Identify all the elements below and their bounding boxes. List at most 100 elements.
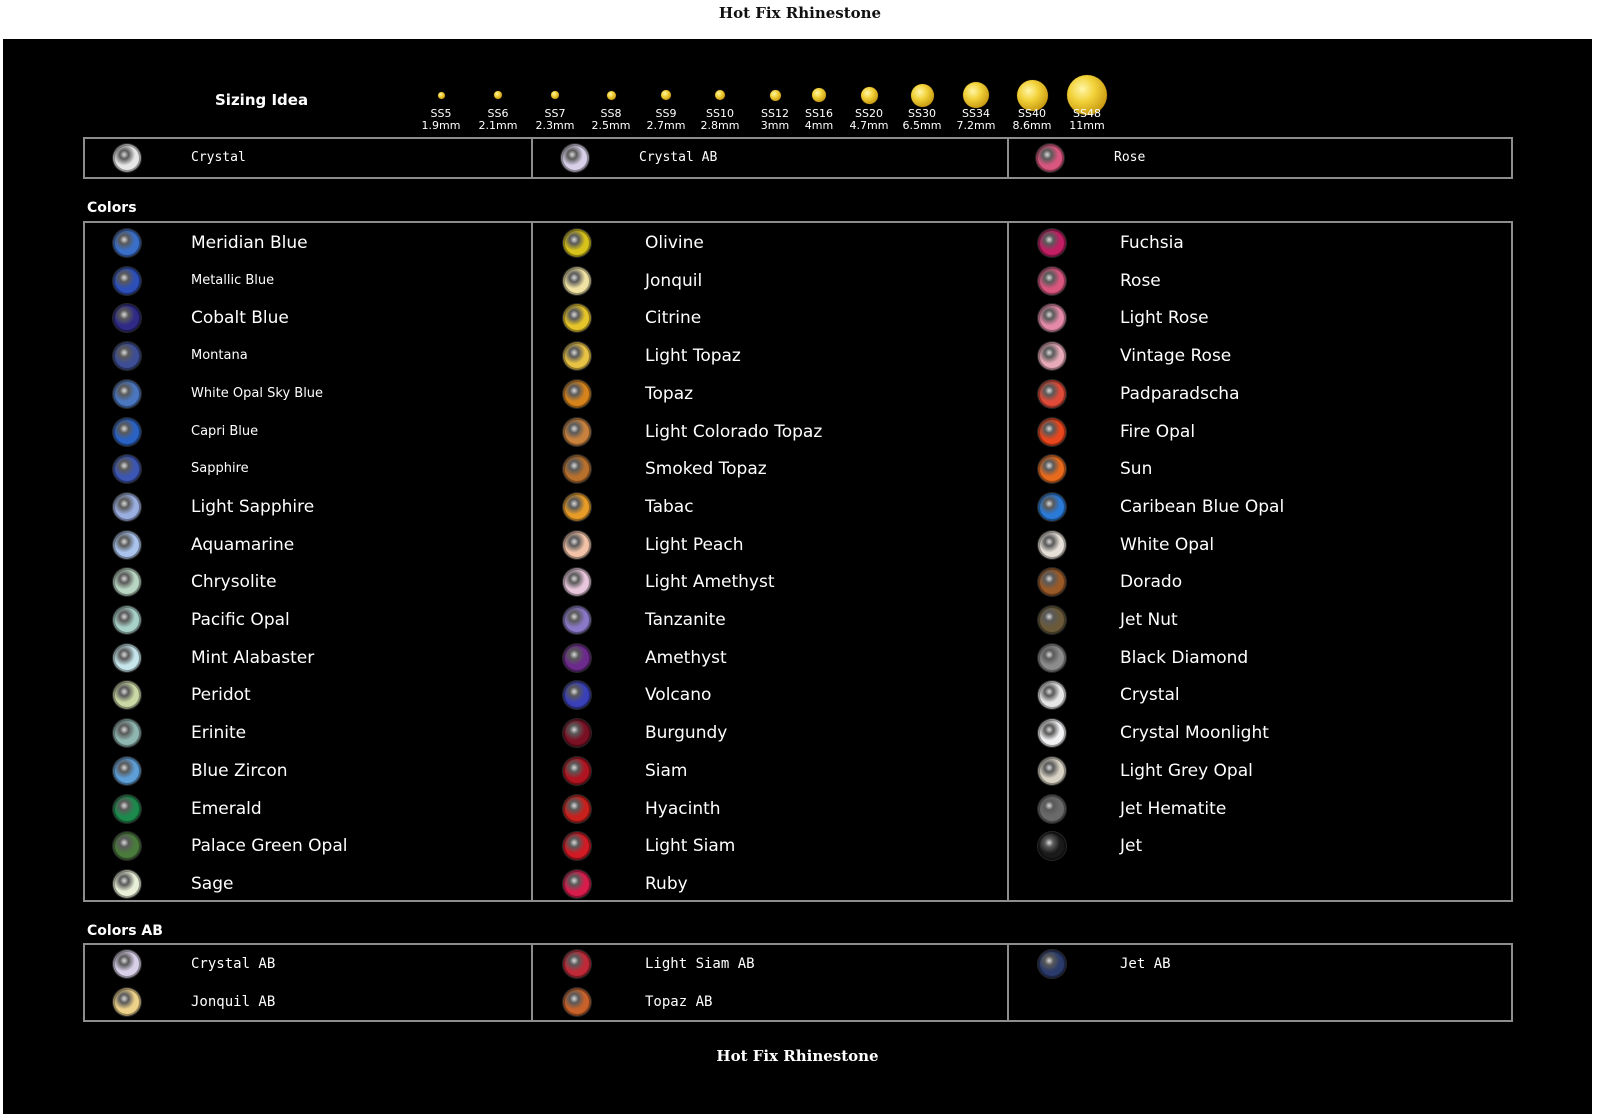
rhinestone-swatch-icon <box>113 643 141 672</box>
rhinestone-swatch-icon <box>113 869 141 898</box>
rhinestone-swatch-icon <box>1036 144 1064 172</box>
rhinestone-swatch-icon <box>113 304 141 333</box>
color-name: Siam <box>645 760 688 781</box>
rhinestone-swatch-icon <box>563 266 591 295</box>
swatch-item: Jet <box>1038 830 1438 862</box>
swatch-item: Light Siam AB <box>563 948 963 980</box>
swatch-item: Dorado <box>1038 566 1438 598</box>
swatch-item: Erinite <box>113 717 513 749</box>
swatch-item: Emerald <box>113 793 513 825</box>
swatch-item: White Opal <box>1038 529 1438 561</box>
swatch-item: Blue Zircon <box>113 755 513 787</box>
page-title: Hot Fix Rhinestone <box>718 4 882 22</box>
color-name: Chrysolite <box>191 572 277 593</box>
size-mm: 2.8mm <box>700 119 740 132</box>
swatch-item: Olivine <box>563 227 963 259</box>
color-name: Cobalt Blue <box>191 308 289 329</box>
color-name: Light Topaz <box>645 346 741 367</box>
color-name: Crystal <box>1120 685 1180 706</box>
size-ss6: SS6 2.1mm <box>468 53 528 135</box>
size-ss34: SS34 7.2mm <box>946 53 1006 135</box>
swatch-item: Palace Green Opal <box>113 830 513 862</box>
column-divider <box>531 945 533 1020</box>
rhinestone-swatch-icon <box>1038 794 1066 823</box>
color-name: Meridian Blue <box>191 233 308 253</box>
rhinestone-swatch-icon <box>113 266 141 295</box>
swatch-item: Metallic Blue <box>113 265 513 297</box>
color-name: Montana <box>191 348 248 364</box>
color-name: Padparadscha <box>1120 383 1240 404</box>
swatch-item: Crystal AB <box>113 948 513 980</box>
size-mm: 2.3mm <box>535 119 575 132</box>
rhinestone-swatch-icon <box>563 869 591 898</box>
swatch-item: Jonquil AB <box>113 986 513 1018</box>
swatch-item: Capri Blue <box>113 416 513 448</box>
color-name: Jonquil AB <box>191 994 276 1010</box>
color-name: Fire Opal <box>1120 421 1196 442</box>
size-mm: 8.6mm <box>1012 119 1052 132</box>
rhinestone-swatch-icon <box>113 379 141 408</box>
rhinestone-swatch-icon <box>1038 266 1066 295</box>
rhinestone-swatch-icon <box>563 492 591 521</box>
swatch-item: Ruby <box>563 868 963 900</box>
color-name: Topaz <box>645 383 694 404</box>
swatch-item: Amethyst <box>563 642 963 674</box>
stone-size-dot <box>715 90 725 100</box>
swatch-item: Tabac <box>563 491 963 523</box>
color-name: Rose <box>1114 150 1146 165</box>
swatch-item: Volcano <box>563 679 963 711</box>
size-mm: 4.7mm <box>849 119 889 132</box>
colors-ab-section-label: Colors AB <box>87 923 163 939</box>
swatch-item: Light Peach <box>563 529 963 561</box>
swatch-item: Crystal <box>1038 679 1438 711</box>
swatch-item: Cobalt Blue <box>113 302 513 334</box>
rhinestone-swatch-icon <box>113 144 141 172</box>
rhinestone-swatch-icon <box>563 530 591 559</box>
rhinestone-swatch-icon <box>563 455 591 484</box>
swatch-item: Rose <box>1036 142 1436 174</box>
rhinestone-swatch-icon <box>563 643 591 672</box>
color-name: Jet Nut <box>1120 610 1178 630</box>
color-name: Palace Green Opal <box>191 836 348 857</box>
swatch-item: Light Amethyst <box>563 566 963 598</box>
swatch-item: Sun <box>1038 453 1438 485</box>
swatch-item: Sage <box>113 868 513 900</box>
swatch-item: Tanzanite <box>563 604 963 636</box>
rhinestone-swatch-icon <box>563 832 591 861</box>
rhinestone-swatch-icon <box>113 794 141 823</box>
size-ss20: SS20 4.7mm <box>839 53 899 135</box>
rhinestone-swatch-icon <box>113 417 141 446</box>
color-name: Jet <box>1120 836 1143 857</box>
swatch-item: Vintage Rose <box>1038 340 1438 372</box>
color-name: Light Siam AB <box>645 956 755 972</box>
stone-size-dot <box>661 90 671 100</box>
swatch-item: Crystal AB <box>561 142 961 174</box>
rhinestone-swatch-icon <box>563 342 591 371</box>
color-name: Fuchsia <box>1120 233 1184 253</box>
color-chart-board: Sizing Idea SS5 1.9mm SS6 2.1mm SS7 2.3mm SS8 2… <box>3 39 1592 1114</box>
swatch-item: Mint Alabaster <box>113 642 513 674</box>
rhinestone-swatch-icon <box>113 719 141 748</box>
stone-size-dot <box>551 91 559 99</box>
color-name: Crystal AB <box>639 150 718 165</box>
rhinestone-swatch-icon <box>563 229 591 257</box>
size-mm: 6.5mm <box>902 119 942 132</box>
color-name: Mint Alabaster <box>191 647 315 668</box>
rhinestone-swatch-icon <box>563 379 591 408</box>
color-name: Crystal <box>191 150 246 165</box>
swatch-item: Pacific Opal <box>113 604 513 636</box>
sizing-idea-label: Sizing Idea <box>215 91 309 109</box>
rhinestone-swatch-icon <box>563 606 591 634</box>
swatch-item: Rose <box>1038 265 1438 297</box>
swatch-item: Light Siam <box>563 830 963 862</box>
size-mm: 7.2mm <box>956 119 996 132</box>
rhinestone-swatch-icon <box>113 342 141 371</box>
swatch-item: Jonquil <box>563 265 963 297</box>
color-name: Topaz AB <box>645 994 713 1010</box>
rhinestone-swatch-icon <box>113 681 141 710</box>
size-ss7: SS7 2.3mm <box>525 53 585 135</box>
rhinestone-swatch-icon <box>1038 342 1066 371</box>
column-divider <box>531 223 533 900</box>
swatch-item: Crystal <box>113 142 513 174</box>
swatch-item: Padparadscha <box>1038 378 1438 410</box>
